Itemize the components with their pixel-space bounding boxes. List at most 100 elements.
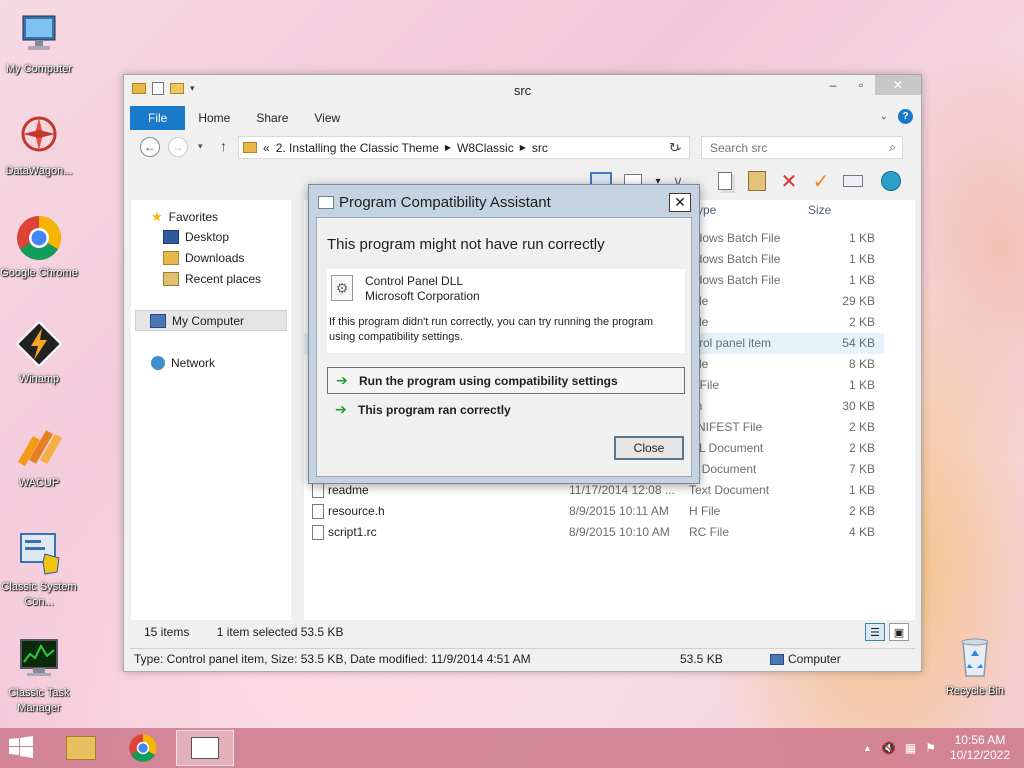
tab-file[interactable]: File [130,106,186,130]
breadcrumb-segment[interactable]: 2. Installing the Classic Theme [276,141,439,155]
nav-my-computer[interactable]: My Computer [135,310,287,331]
desktop-icon-label: My Computer [5,63,73,75]
gear-icon: ⚙ [331,275,353,301]
file-row[interactable]: resource.h 8/9/2015 10:11 AM H File 2 KB [304,501,884,522]
explorer-titlebar[interactable]: ▾ src – ▫ ✕ [124,75,921,105]
window-controls: – ▫ ✕ [819,75,921,95]
breadcrumb-prefix[interactable]: « [263,141,270,155]
breadcrumb-segment[interactable]: src [532,141,548,155]
program-publisher: Microsoft Corporation [365,289,480,303]
refresh-icon[interactable]: ↻ [669,140,680,156]
list-window-icon [191,737,219,759]
desktop-icon-classic-task-manager[interactable]: Classic Task Manager [0,634,78,716]
desktop-icon-datawagon[interactable]: DataWagon... [0,112,78,179]
info-text: If this program didn't run correctly, yo… [329,316,654,343]
desktop-icon-my-computer[interactable]: My Computer [0,10,78,77]
run-compatibility-button[interactable]: ➔ Run the program using compatibility se… [327,367,685,394]
desktop-icon-label: WACUP [18,477,60,489]
chevron-up-icon[interactable]: ▲ [863,743,872,753]
help-icon[interactable]: ? [898,109,913,124]
up-button[interactable]: ↑ [220,138,227,154]
computer-icon [15,10,63,58]
large-icons-view-button[interactable]: ▣ [889,623,909,641]
rename-icon[interactable] [841,169,865,193]
clock-date: 10/12/2022 [949,748,1010,762]
start-button[interactable] [8,736,38,760]
desktop-icon-label: Classic Task Manager [8,687,70,714]
forward-button[interactable]: → [168,137,188,157]
program-name: Control Panel DLL [365,274,464,288]
desktop-icon-google-chrome[interactable]: Google Chrome [0,214,78,281]
ran-correctly-button[interactable]: ➔ This program ran correctly [327,396,685,423]
breadcrumb-separator-icon: ▶ [519,143,526,152]
breadcrumb-segment[interactable]: W8Classic [457,141,514,155]
ribbon-right: ⌄ ? [880,109,913,124]
tab-share[interactable]: Share [243,106,301,130]
speaker-muted-icon[interactable]: 🔇 [881,741,896,755]
maximize-button[interactable]: ▫ [847,75,875,95]
wacup-icon [15,424,63,472]
desktop-icon-label: Winamp [18,373,60,385]
control-panel-icon [15,528,63,576]
nav-desktop[interactable]: Desktop [163,230,229,244]
dialog-body: This program might not have run correctl… [316,217,692,477]
taskbar-file-explorer[interactable] [52,730,110,766]
nav-recent-places[interactable]: Recent places [163,272,261,286]
desktop-icon-winamp[interactable]: Winamp [0,320,78,387]
program-info-box: ⚙ Control Panel DLL Microsoft Corporatio… [327,269,685,353]
computer-icon [150,313,166,328]
network-icon[interactable]: ▦ [905,741,916,755]
arrow-right-icon: ➔ [336,372,348,388]
copy-icon[interactable] [713,169,737,193]
search-input[interactable] [702,137,872,158]
desktop-icon-classic-system-control[interactable]: Classic System Con... [0,528,78,610]
arrow-right-icon: ➔ [335,401,347,417]
folder-icon [66,736,96,760]
desktop-icon-recycle-bin[interactable]: Recycle Bin [936,632,1014,699]
address-bar[interactable]: « 2. Installing the Classic Theme ▶ W8Cl… [238,136,690,159]
app-icon [318,196,334,209]
details-status-bar: Type: Control panel item, Size: 53.5 KB,… [130,648,915,668]
tab-view[interactable]: View [301,106,353,130]
desktop-icon [163,230,179,244]
computer-icon [770,654,784,665]
network-icon [151,356,165,370]
tab-home[interactable]: Home [185,106,243,130]
nav-downloads[interactable]: Downloads [163,251,244,265]
column-header-size[interactable]: Size [808,203,831,217]
details-view-button[interactable]: ☰ [865,623,885,641]
datawagon-icon [15,112,63,160]
desktop-icon-wacup[interactable]: WACUP [0,424,78,491]
navigation-pane: ★ Favorites Desktop Downloads Recent pla… [131,200,291,620]
globe-icon[interactable] [879,169,903,193]
search-icon[interactable]: ⌕ [889,140,896,155]
file-row[interactable]: script1.rc 8/9/2015 10:10 AM RC File 4 K… [304,522,884,543]
action-center-icon[interactable]: ⚑ [925,741,936,755]
paste-icon[interactable] [745,169,769,193]
back-button[interactable]: ← [140,137,160,157]
folder-icon [243,142,257,153]
details-size: 53.5 KB [680,652,723,666]
file-icon [312,504,324,519]
chrome-icon [129,734,157,762]
close-window-button[interactable]: ✕ [875,75,921,95]
close-button[interactable]: Close [614,436,684,460]
clock[interactable]: 10:56 AM 10/12/2022 [950,733,1010,763]
status-bar: 15 items 1 item selected 53.5 KB [144,625,343,639]
close-icon[interactable]: ✕ [669,193,691,212]
desktop-icon-label: Classic System Con... [1,581,77,608]
delete-icon[interactable]: ✕ [777,169,801,193]
minimize-button[interactable]: – [819,75,847,95]
recent-places-icon [163,272,179,286]
checkmark-icon[interactable]: ✓ [809,169,833,193]
nav-network[interactable]: Network [151,356,215,370]
file-icon [312,525,324,540]
recent-locations-icon[interactable]: ▾ [198,141,203,152]
expand-ribbon-icon[interactable]: ⌄ [880,111,888,122]
desktop-icon-label: Recycle Bin [945,685,1005,697]
chrome-icon [15,214,63,262]
taskbar-classic-app[interactable] [176,730,234,766]
compatibility-dialog: Program Compatibility Assistant ✕ This p… [308,184,700,484]
taskbar-chrome[interactable] [114,730,172,766]
nav-favorites[interactable]: ★ Favorites [151,209,218,225]
